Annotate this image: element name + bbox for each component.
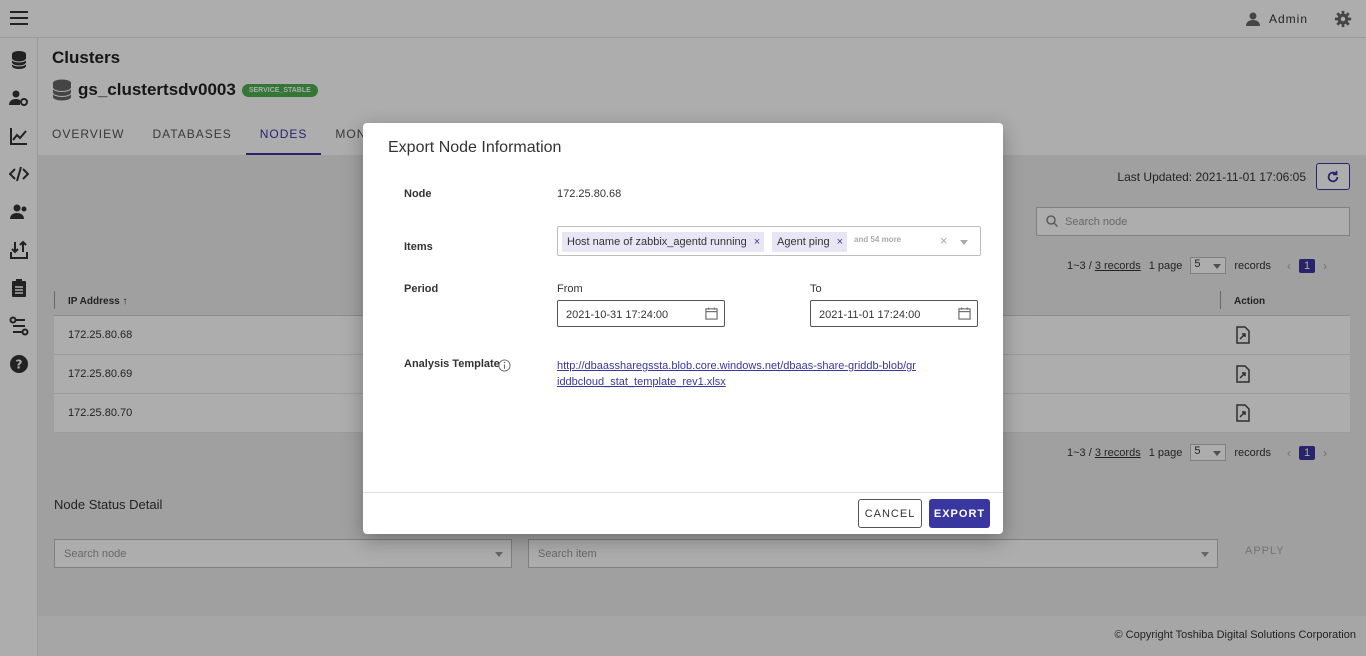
export-button[interactable]: EXPORT bbox=[929, 499, 990, 528]
info-icon[interactable] bbox=[498, 359, 511, 372]
item-chip-label: Agent ping bbox=[777, 236, 830, 248]
item-chip: Agent ping × bbox=[772, 232, 848, 252]
from-label: From bbox=[557, 283, 583, 295]
period-label: Period bbox=[404, 283, 439, 295]
chip-remove-icon[interactable]: × bbox=[754, 236, 760, 252]
calendar-icon[interactable] bbox=[958, 307, 971, 320]
node-value: 172.25.80.68 bbox=[557, 188, 622, 200]
dialog-title: Export Node Information bbox=[388, 139, 562, 156]
to-label: To bbox=[810, 283, 822, 295]
calendar-icon[interactable] bbox=[705, 307, 718, 320]
cancel-button[interactable]: CANCEL bbox=[858, 499, 922, 528]
chevron-down-icon[interactable] bbox=[960, 240, 968, 245]
template-link[interactable]: http://dbaassharegssta.blob.core.windows… bbox=[557, 358, 917, 390]
chip-remove-icon[interactable]: × bbox=[837, 236, 843, 252]
item-chip: Host name of zabbix_agentd running × bbox=[562, 232, 765, 252]
to-date-value: 2021-11-01 17:24:00 bbox=[819, 309, 921, 321]
clear-items-icon[interactable]: × bbox=[940, 233, 948, 248]
from-date-input[interactable]: 2021-10-31 17:24:00 bbox=[557, 300, 725, 327]
from-date-value: 2021-10-31 17:24:00 bbox=[566, 309, 669, 321]
item-chip-label: Host name of zabbix_agentd running bbox=[567, 236, 747, 248]
to-date-input[interactable]: 2021-11-01 17:24:00 bbox=[810, 300, 978, 327]
items-more-count: and 54 more bbox=[854, 235, 902, 244]
dialog-footer-divider bbox=[363, 492, 1003, 493]
template-label: Analysis Template bbox=[404, 358, 500, 370]
items-label: Items bbox=[404, 241, 433, 253]
node-label: Node bbox=[404, 188, 432, 200]
items-multiselect[interactable]: Host name of zabbix_agentd running × Age… bbox=[557, 226, 981, 256]
export-node-dialog: Export Node Information Node 172.25.80.6… bbox=[363, 123, 1003, 534]
